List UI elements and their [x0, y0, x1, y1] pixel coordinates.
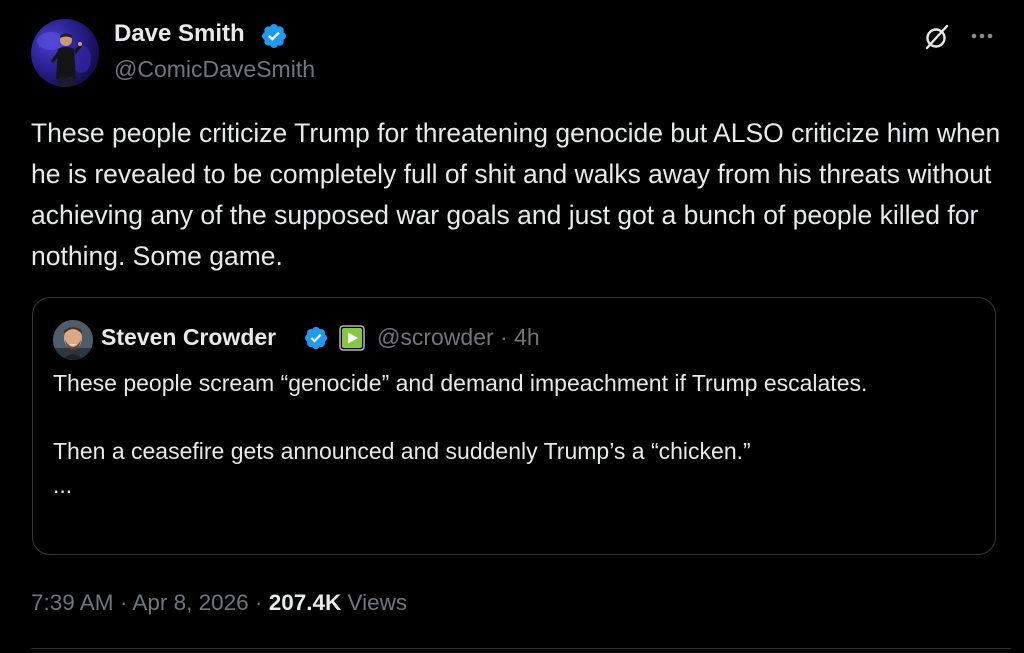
tweet-time[interactable]: 7:39 AM: [31, 590, 114, 615]
quoted-tweet[interactable]: Steven Crowder @scrowder · 4h These peop…: [32, 297, 996, 555]
quoted-tweet-text: These people scream “genocide” and deman…: [53, 366, 973, 502]
author-avatar[interactable]: [31, 19, 99, 87]
grok-icon[interactable]: [922, 22, 952, 52]
divider: [31, 648, 1011, 649]
quoted-paragraph: Then a ceasefire gets announced and sudd…: [53, 438, 751, 464]
quoted-author-avatar[interactable]: [53, 320, 93, 360]
verified-badge-icon: [304, 326, 328, 350]
views-count[interactable]: 207.4K: [269, 590, 342, 615]
quoted-paragraph: These people scream “genocide” and deman…: [53, 370, 868, 396]
more-options-icon[interactable]: [966, 22, 998, 50]
views-label: Views: [347, 590, 408, 615]
quoted-author-handle[interactable]: @scrowder · 4h: [377, 324, 540, 351]
tweet-card: Dave Smith @ComicDaveSmith These people …: [0, 0, 1024, 653]
verified-badge-icon: [262, 24, 286, 48]
separator: ·: [254, 590, 263, 615]
quoted-ellipsis: ...: [53, 472, 73, 498]
author-handle[interactable]: @ComicDaveSmith: [114, 56, 315, 83]
author-display-name[interactable]: Dave Smith: [114, 20, 245, 48]
separator: ·: [119, 590, 128, 615]
quoted-author-display-name[interactable]: Steven Crowder: [101, 324, 276, 351]
tweet-text: These people criticize Trump for threate…: [31, 118, 1001, 271]
tweet-metadata: 7:39 AM · Apr 8, 2026 · 207.4K Views: [31, 590, 407, 616]
tweet-date[interactable]: Apr 8, 2026: [132, 590, 248, 615]
rumble-play-icon[interactable]: [339, 325, 365, 351]
